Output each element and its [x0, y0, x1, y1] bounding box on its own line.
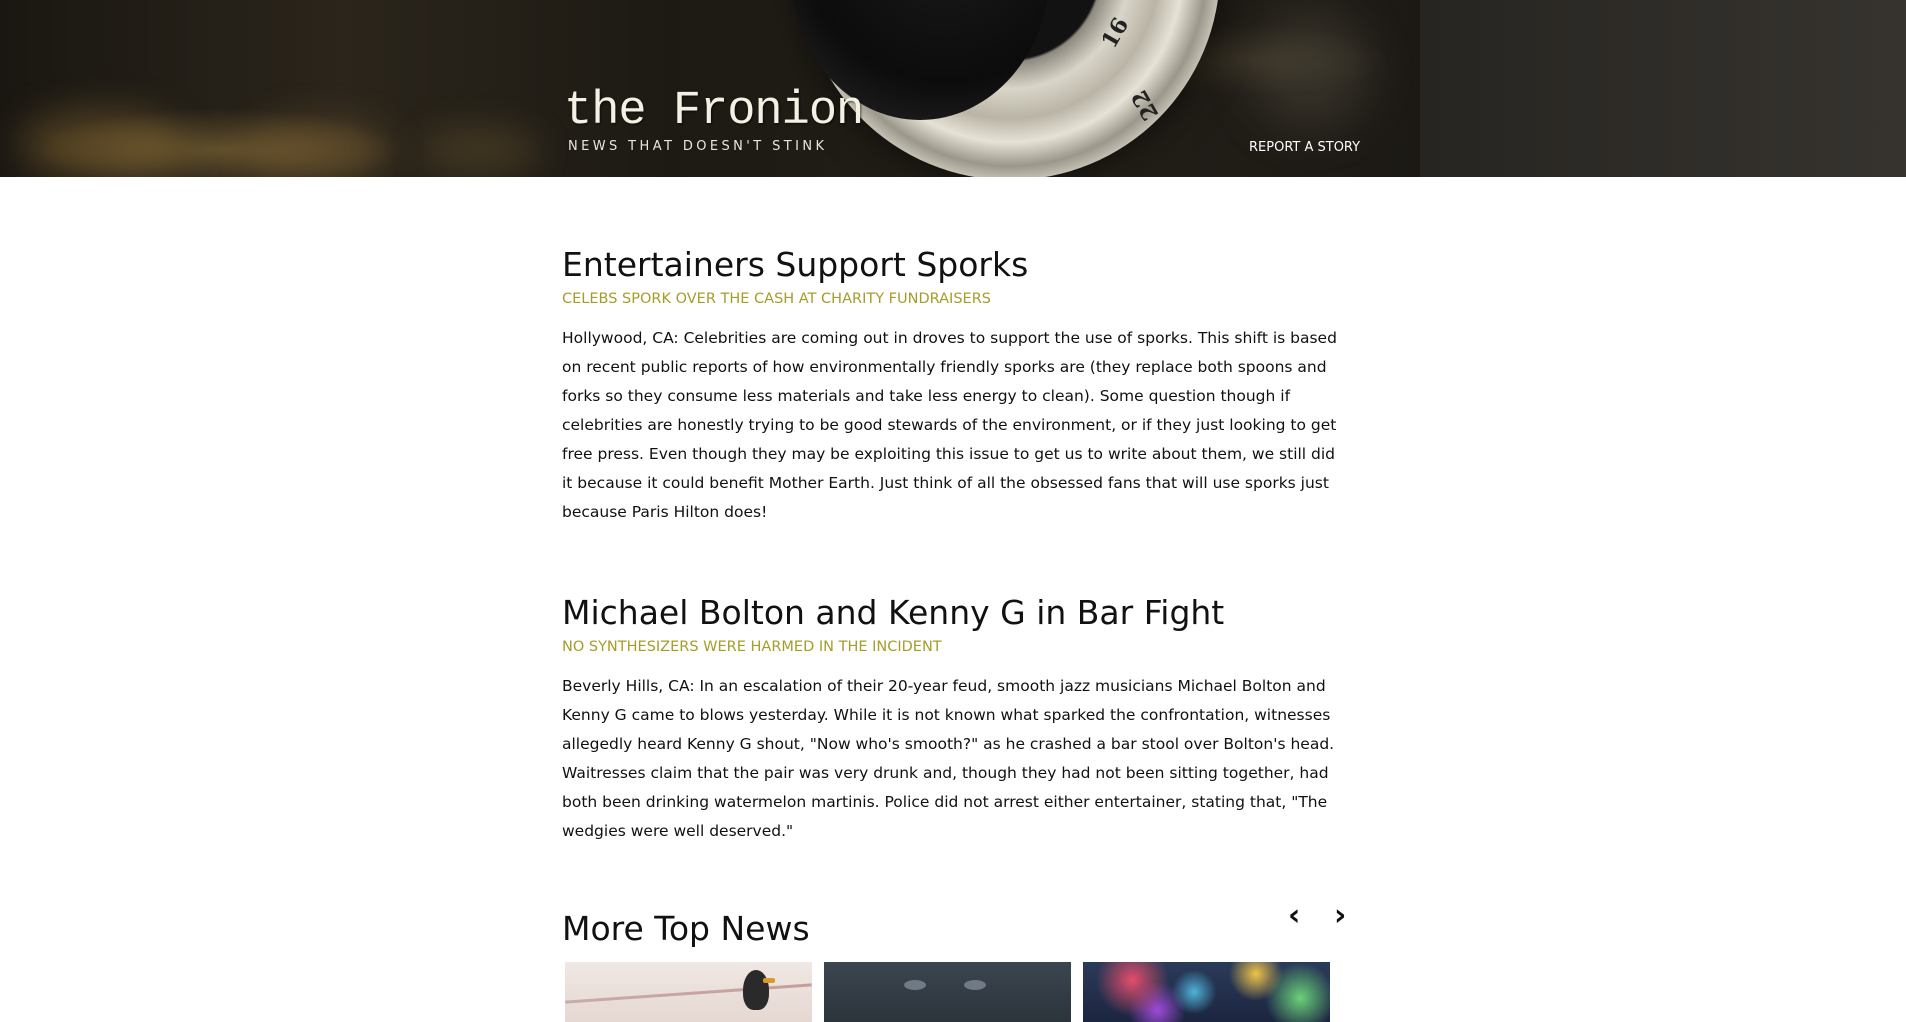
bokeh-light	[420, 125, 540, 175]
article-body: Beverly Hills, CA: In an escalation of t…	[562, 676, 1335, 840]
news-thumbnail[interactable]	[565, 962, 812, 1022]
article-title: Michael Bolton and Kenny G in Bar Fight	[562, 593, 1225, 632]
beak-shape	[763, 978, 775, 983]
cup-shape	[964, 980, 986, 990]
article-subtitle: CELEBS SPORK OVER THE CASH AT CHARITY FU…	[562, 290, 991, 307]
bokeh-light	[250, 120, 390, 177]
report-story-link[interactable]: REPORT A STORY	[1249, 141, 1360, 154]
bokeh-light	[20, 110, 180, 177]
carousel-next-button[interactable]: ›	[1334, 901, 1346, 931]
article: Entertainers Support Sporks CELEBS SPORK…	[562, 245, 1344, 527]
more-top-news-heading: More Top News	[562, 909, 810, 948]
site-tagline: NEWS THAT DOESN'T STINK	[568, 139, 828, 154]
site-header: 16 22 the Fronion NEWS THAT DOESN'T STIN…	[0, 0, 1906, 177]
article-body: Hollywood, CA: Celebrities are coming ou…	[562, 328, 1337, 521]
bird-shape	[743, 970, 769, 1010]
article-title: Entertainers Support Sporks	[562, 245, 1029, 284]
branch-shape	[565, 983, 812, 1004]
news-thumbnail[interactable]	[1083, 962, 1330, 1022]
article-subtitle: NO SYNTHESIZERS WERE HARMED IN THE INCID…	[562, 638, 942, 655]
news-thumbnail[interactable]	[824, 962, 1071, 1022]
site-logo[interactable]: the Fronion	[564, 88, 864, 135]
bokeh-light	[1250, 10, 1370, 130]
article: Michael Bolton and Kenny G in Bar Fight …	[562, 593, 1344, 846]
carousel-prev-button[interactable]: ‹	[1288, 901, 1300, 931]
camera-body-texture	[1420, 0, 1906, 177]
news-carousel	[565, 962, 1330, 1022]
cup-shape	[904, 980, 926, 990]
